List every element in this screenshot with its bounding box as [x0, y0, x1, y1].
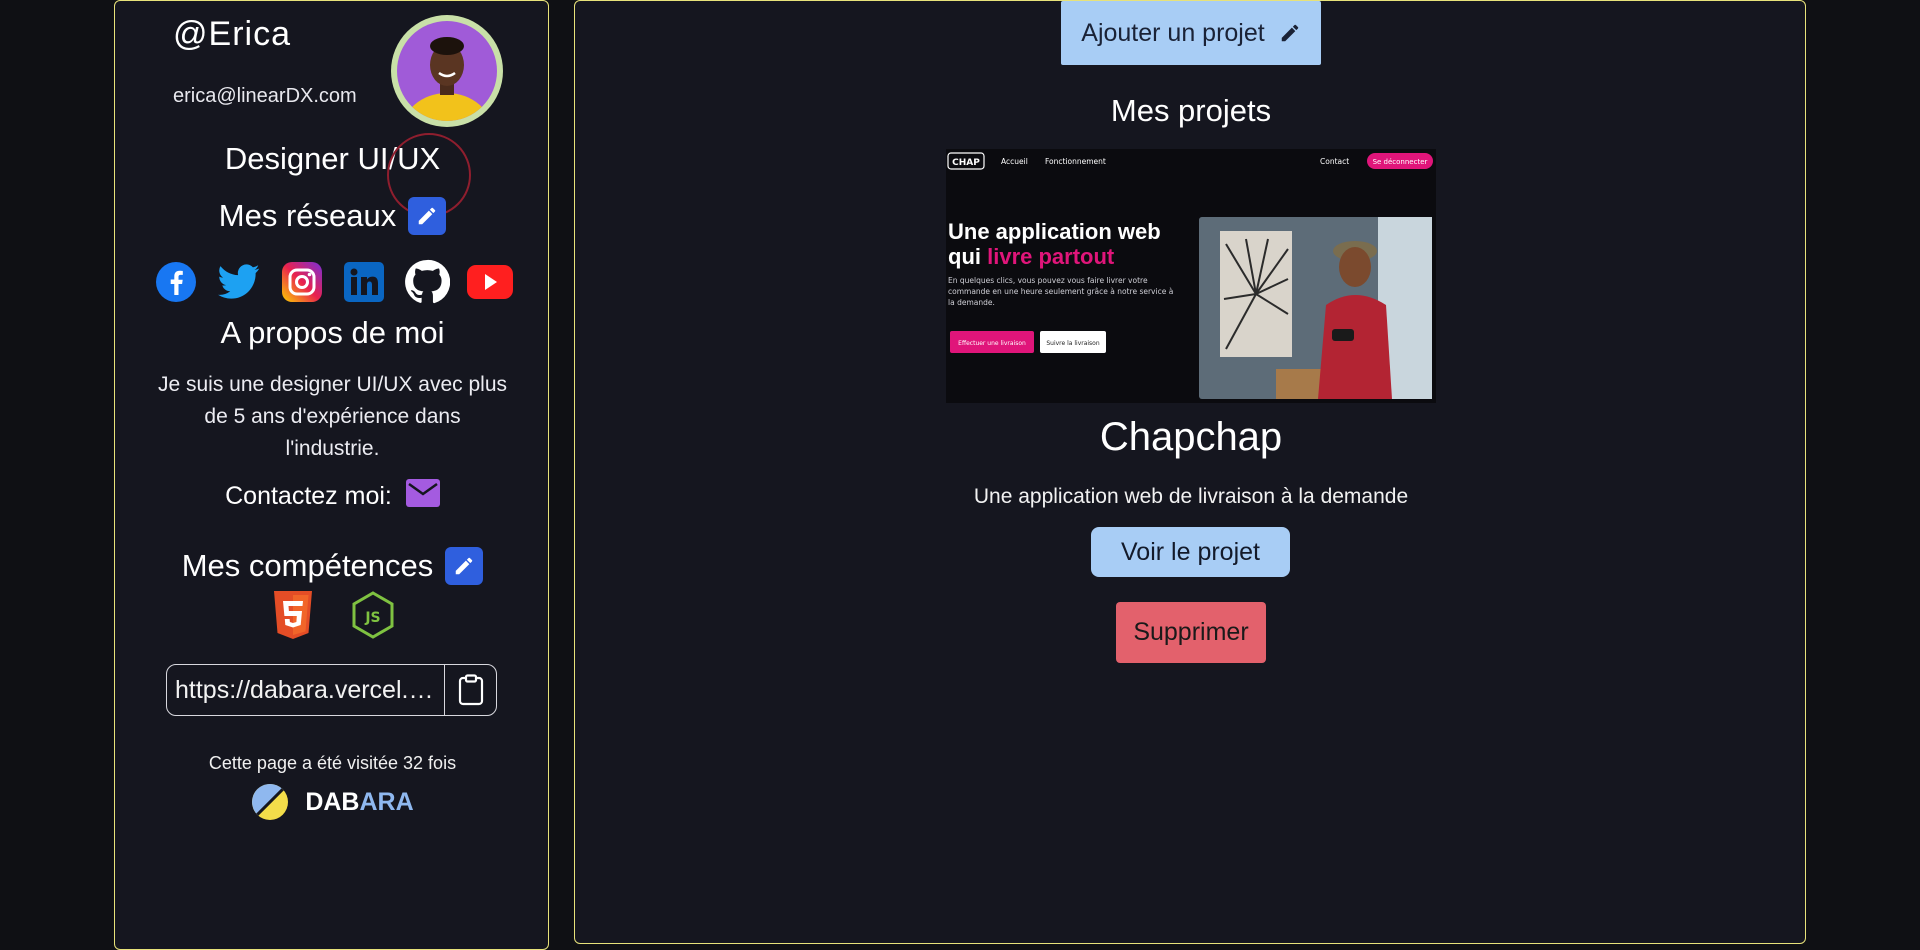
twitter-icon[interactable] — [216, 259, 262, 305]
preview-body: En quelques clics, vous pouvez vous fair… — [948, 276, 1174, 307]
profile-sidebar: @Erica erica@linearDX.com Designer UI/UX… — [114, 0, 549, 950]
svg-text:JS: JS — [364, 610, 380, 626]
linkedin-icon[interactable] — [341, 259, 387, 305]
add-project-label: Ajouter un projet — [1081, 18, 1265, 47]
skills-header: Mes compétences — [115, 547, 550, 585]
nodejs-icon: JS — [351, 591, 395, 644]
pencil-icon — [456, 557, 473, 575]
copy-button[interactable] — [444, 665, 496, 715]
contact-row: Contactez moi: — [115, 479, 550, 514]
networks-title: Mes réseaux — [218, 198, 397, 233]
edit-networks-button[interactable] — [408, 197, 447, 235]
social-links — [153, 259, 513, 305]
contact-label: Contactez moi: — [225, 482, 392, 510]
share-url-text[interactable]: https://dabara.vercel.app/Erica — [167, 676, 444, 705]
preview-nav-logout: Se déconnecter — [1373, 158, 1428, 166]
view-project-button[interactable]: Voir le projet — [1091, 527, 1290, 577]
mail-icon[interactable] — [405, 479, 440, 514]
about-text: Je suis une designer UI/UX avec plus de … — [157, 373, 507, 460]
avatar[interactable] — [391, 15, 503, 127]
brand-name-part1: DAB — [305, 787, 360, 816]
preview-nav-home: Accueil — [1001, 157, 1028, 166]
preview-nav-contact: Contact — [1320, 157, 1349, 166]
share-url-field[interactable]: https://dabara.vercel.app/Erica — [166, 664, 497, 716]
clipboard-icon — [458, 674, 483, 706]
about-title: A propos de moi — [220, 315, 445, 350]
profile-email: erica@linearDX.com — [173, 85, 357, 107]
project-preview-image[interactable]: CHAP Accueil Fonctionnement Contact Se d… — [946, 149, 1436, 403]
preview-cta-secondary: Suivre la livraison — [1046, 340, 1100, 347]
visit-counter: Cette page a été visitée 32 fois — [208, 753, 457, 773]
profile-handle: @Erica — [173, 15, 291, 53]
profile-role: Designer UI/UX — [224, 141, 441, 176]
brand-name-part2: ARA — [359, 787, 414, 816]
brand-logo[interactable]: DABARA — [115, 783, 550, 821]
svg-text:qui livre partout: qui livre partout — [948, 244, 1115, 269]
skills-icons: JS — [115, 591, 550, 644]
edit-skills-button[interactable] — [445, 547, 484, 585]
about-header: A propos de moi — [115, 315, 550, 351]
avatar-image — [397, 21, 497, 121]
networks-header: Mes réseaux — [115, 197, 550, 235]
html5-icon — [271, 591, 315, 644]
delete-project-button[interactable]: Supprimer — [1116, 602, 1266, 663]
instagram-icon[interactable] — [279, 259, 325, 305]
projects-title: Mes projets — [1110, 93, 1272, 128]
facebook-icon[interactable] — [153, 259, 199, 305]
pencil-icon — [1281, 24, 1298, 42]
pencil-icon — [418, 207, 436, 225]
preview-headline-2a: qui — [948, 244, 987, 269]
preview-headline-2b: livre partout — [987, 244, 1115, 269]
dabara-logo-icon — [252, 784, 289, 820]
preview-logo: CHAP — [952, 158, 980, 168]
skills-title: Mes compétences — [181, 548, 434, 583]
github-icon[interactable] — [404, 259, 451, 305]
project-description: Une application web de livraison à la de… — [973, 485, 1409, 508]
preview-cta-primary: Effectuer une livraison — [958, 340, 1026, 347]
preview-headline-1: Une application web — [948, 219, 1161, 244]
add-project-button[interactable]: Ajouter un projet — [1061, 1, 1321, 65]
projects-panel: Ajouter un projet Mes projets CHAP Accue… — [574, 0, 1806, 944]
preview-nav-how: Fonctionnement — [1045, 157, 1106, 166]
project-title: Chapchap — [1099, 415, 1283, 459]
youtube-icon[interactable] — [466, 259, 513, 305]
